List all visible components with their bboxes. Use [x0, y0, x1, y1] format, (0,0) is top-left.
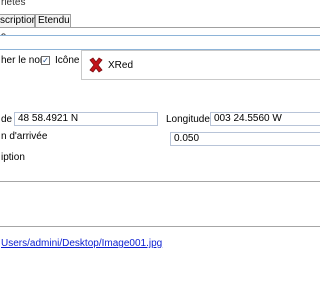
divider — [0, 181, 320, 182]
file-path-link[interactable]: Users/admini/Desktop/Image001.jpg — [1, 238, 162, 249]
latitude-label: de — [1, 114, 13, 125]
tab-description[interactable]: scription — [0, 14, 37, 27]
x-red-icon — [88, 57, 104, 73]
latitude-input[interactable]: 48 58.4921 N — [14, 112, 158, 126]
arrival-radius-label: n d'arrivée — [1, 131, 48, 142]
tab-extended[interactable]: Etendu — [35, 14, 71, 27]
properties-dialog: riétés scription Etendu s her le nom ✓ I… — [0, 0, 320, 300]
window-title: riétés — [1, 0, 26, 8]
icon-name: XRed — [108, 60, 134, 71]
show-name-checkbox[interactable]: ✓ — [41, 56, 50, 65]
longitude-label: Longitude — [166, 114, 210, 125]
title-bar: riétés — [0, 0, 320, 12]
description-area[interactable] — [0, 168, 320, 208]
tab-strip: scription Etendu — [0, 13, 320, 28]
description-label: iption — [1, 152, 25, 163]
icon-selector[interactable]: XRed — [81, 50, 320, 80]
longitude-input[interactable]: 003 24.5560 W — [210, 112, 320, 126]
icon-label: Icône — [55, 55, 80, 66]
name-input[interactable] — [0, 35, 320, 50]
divider — [0, 226, 320, 227]
arrival-radius-input[interactable]: 0.050 — [170, 132, 320, 146]
